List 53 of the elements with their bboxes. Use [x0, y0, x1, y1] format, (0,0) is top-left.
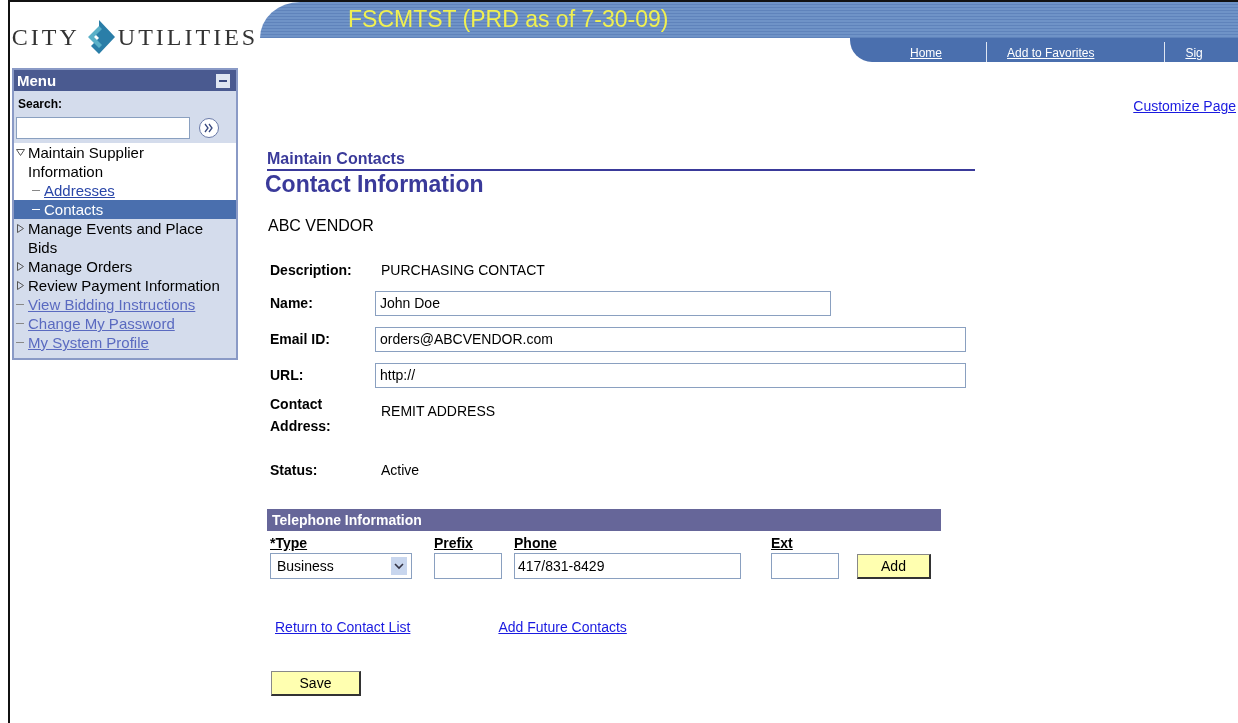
field-label: Email ID:	[269, 331, 331, 347]
prefix-field[interactable]	[434, 553, 502, 579]
column-header: Prefix	[434, 535, 474, 551]
ext-field[interactable]	[771, 553, 839, 579]
banner-title: FSCMTST (PRD as of 7-30-09)	[348, 5, 669, 34]
menu-folder[interactable]: Maintain Supplier Information	[14, 143, 236, 181]
nav-link[interactable]: Home	[910, 46, 942, 62]
menu-link[interactable]: View Bidding Instructions	[28, 295, 196, 314]
menu-folder-label: Manage Orders	[28, 257, 133, 276]
menu-link[interactable]: My System Profile	[28, 333, 149, 352]
nav-link[interactable]: Sig	[1185, 46, 1203, 62]
field-value: REMIT ADDRESS	[380, 403, 496, 419]
phone-field[interactable]: 417/831-8429	[514, 553, 741, 579]
go-icon[interactable]	[198, 117, 220, 139]
field-value: PURCHASING CONTACT	[380, 262, 545, 278]
field-label: Contact Address:	[269, 395, 332, 436]
collapsed-triangle-icon	[16, 281, 25, 290]
menu-folder-label: Maintain Supplier Information	[28, 143, 145, 181]
vendor-name: ABC VENDOR	[268, 217, 375, 235]
field-label: URL:	[269, 367, 305, 383]
page-link[interactable]: Add Future Contacts	[498, 619, 627, 635]
logo-text: UTILITIES	[117, 23, 259, 51]
menu-title: Menu	[17, 72, 57, 89]
column-header: *Type	[270, 535, 309, 551]
search-label: Search:	[18, 97, 64, 111]
menu-link[interactable]: Change My Password	[28, 314, 175, 333]
field-label: Description:	[269, 262, 353, 278]
customize-page-link[interactable]: Customize Page	[1133, 98, 1236, 118]
menu-folder[interactable]: Manage Events and Place Bids	[14, 219, 236, 257]
collapsed-triangle-icon	[16, 262, 25, 271]
search-field[interactable]	[16, 117, 190, 139]
column-header: Ext	[771, 535, 794, 551]
text-field[interactable]: http://	[375, 362, 966, 388]
field-label: Name:	[269, 295, 314, 311]
collapse-icon[interactable]	[216, 73, 230, 88]
add-button[interactable]: Add	[857, 553, 931, 579]
field-label: Status:	[269, 462, 319, 478]
column-header: Phone	[514, 535, 558, 551]
collapsed-triangle-icon	[16, 224, 25, 233]
text-field[interactable]: orders@ABCVENDOR.com	[375, 326, 966, 352]
field-value: Active	[380, 462, 420, 478]
type-dropdown[interactable]: Business	[270, 553, 412, 579]
expanded-triangle-icon	[16, 148, 25, 157]
page-title: Contact Information	[265, 171, 485, 198]
save-button[interactable]: Save	[271, 671, 361, 696]
section-heading: Maintain Contacts	[267, 150, 975, 171]
menu-folder-label: Manage Events and Place Bids	[28, 219, 205, 257]
nav-link[interactable]: Add to Favorites	[1007, 46, 1095, 62]
logo-text: CITY	[11, 23, 80, 51]
section-header-bar: Telephone Information	[267, 509, 941, 531]
page-link[interactable]: Return to Contact List	[275, 619, 411, 635]
menu-folder[interactable]: Manage Orders	[14, 257, 236, 276]
text-field[interactable]: John Doe	[375, 290, 831, 316]
